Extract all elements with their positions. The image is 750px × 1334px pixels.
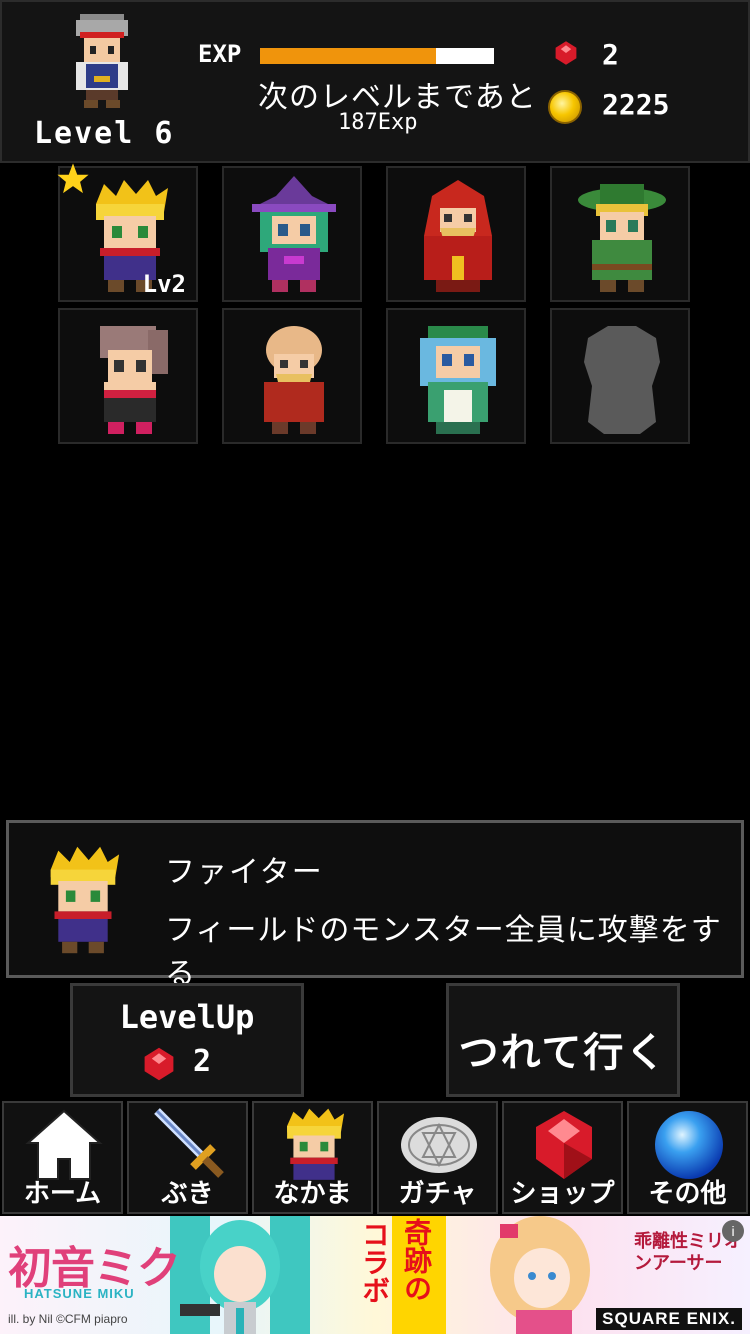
nav-gacha[interactable]: ガチャ: [377, 1101, 498, 1214]
old-monk-sprite: [264, 326, 324, 434]
gem-icon: [555, 41, 577, 65]
ad-info-icon[interactable]: i: [722, 1220, 744, 1242]
ad-banner[interactable]: 奇跡の コラボ 初音ミク HATSUNE MIKU ill. by Nil ©C…: [0, 1216, 750, 1334]
ad-collab-bottom: コラボ: [359, 1220, 390, 1304]
exp-remaining: 187Exp: [338, 110, 418, 135]
nav-other[interactable]: その他: [627, 1101, 748, 1214]
bottom-nav: ホーム ぶき なかま ガチャ ショップ その他: [0, 1099, 750, 1216]
nav-weapon[interactable]: ぶき: [127, 1101, 248, 1214]
character-description: フィールドのモンスター全員に攻撃をする: [165, 913, 722, 992]
dancer-sprite: [100, 326, 168, 434]
player-level: Level 6: [34, 116, 175, 151]
take-along-label: つれて行く: [458, 1030, 668, 1076]
level-up-cost: 2: [193, 1044, 212, 1079]
gem-count: 2: [602, 38, 619, 71]
home-icon: [25, 1109, 103, 1180]
level-up-label: LevelUp: [119, 998, 255, 1036]
ad-brand: SQUARE ENIX.: [596, 1308, 742, 1330]
sword-icon: [154, 1108, 224, 1178]
ranger-sprite: [578, 184, 666, 292]
gem-icon: [144, 1047, 174, 1081]
selected-character-portrait: [50, 846, 120, 954]
priestess-sprite: [420, 326, 496, 434]
slot-level: Lv2: [142, 270, 186, 298]
nav-label: その他: [648, 1179, 727, 1209]
ad-miku-subtitle: HATSUNE MIKU: [24, 1286, 135, 1301]
ad-credit: ill. by Nil ©CFM piapro: [8, 1312, 128, 1326]
player-avatar[interactable]: [60, 10, 144, 108]
party-slot-red-mage[interactable]: [386, 166, 526, 302]
coin-icon: [548, 90, 582, 124]
nav-label: ガチャ: [398, 1179, 477, 1209]
shop-gem-icon: [536, 1111, 592, 1179]
nav-label: ショップ: [510, 1179, 615, 1209]
ad-miku-illustration: [170, 1216, 310, 1334]
party-icon: [287, 1108, 345, 1180]
party-slot-dancer[interactable]: [58, 308, 198, 444]
other-orb-icon: [655, 1111, 723, 1179]
nav-label: ホーム: [23, 1179, 102, 1209]
exp-progress-bar: [260, 48, 494, 64]
locked-silhouette-icon: [584, 326, 660, 434]
take-along-button[interactable]: つれて行く: [446, 983, 680, 1097]
character-name: ファイター: [165, 855, 324, 890]
exp-progress-fill: [260, 48, 436, 64]
party-slot-locked[interactable]: [550, 308, 690, 444]
witch-sprite: [252, 176, 336, 292]
nav-party[interactable]: なかま: [252, 1101, 373, 1214]
ad-collab-top: 奇跡の: [401, 1218, 432, 1302]
party-slot-fighter[interactable]: Lv2: [57, 163, 198, 302]
character-info-panel: ファイター フィールドのモンスター全員に攻撃をする: [6, 820, 744, 992]
nav-label: なかま: [273, 1179, 352, 1209]
party-slot-priestess[interactable]: [386, 308, 526, 444]
nav-home[interactable]: ホーム: [2, 1101, 123, 1214]
party-slot-witch[interactable]: [222, 166, 362, 302]
nav-label: ぶき: [161, 1179, 214, 1209]
status-header: Level 6 EXP 次のレベルまであと 187Exp 2 2225: [0, 0, 750, 163]
coin-count: 2225: [602, 88, 670, 121]
exp-label: EXP: [198, 40, 242, 68]
favorite-star-icon: [57, 163, 89, 194]
red-mage-sprite: [424, 180, 492, 292]
party-slot-old-monk[interactable]: [222, 308, 362, 444]
nav-shop[interactable]: ショップ: [502, 1101, 623, 1214]
level-up-button[interactable]: LevelUp 2: [70, 983, 304, 1097]
gacha-icon: [401, 1117, 477, 1173]
party-slot-ranger[interactable]: [550, 166, 690, 302]
